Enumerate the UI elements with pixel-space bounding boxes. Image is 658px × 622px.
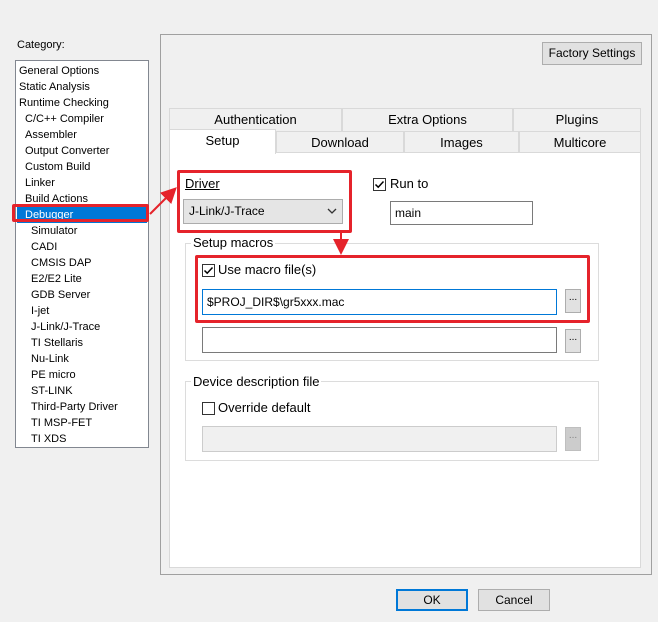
tab-plugins[interactable]: Plugins xyxy=(513,108,641,131)
category-item[interactable]: Linker xyxy=(17,175,147,191)
category-item[interactable]: Assembler xyxy=(17,127,147,143)
tab-multicore[interactable]: Multicore xyxy=(519,131,641,154)
device-description-label: Device description file xyxy=(191,374,322,389)
category-item[interactable]: Build Actions xyxy=(17,191,147,207)
macro-file-input-2[interactable] xyxy=(202,327,557,353)
macro-file-input-1[interactable]: $PROJ_DIR$\gr5xxx.mac xyxy=(202,289,557,315)
run-to-checkbox[interactable] xyxy=(373,178,386,191)
category-list[interactable]: General Options Static Analysis Runtime Ch… xyxy=(15,60,149,448)
chevron-down-icon xyxy=(327,200,337,229)
cancel-button[interactable]: Cancel xyxy=(478,589,550,611)
override-default-checkbox[interactable] xyxy=(202,402,215,415)
device-file-input xyxy=(202,426,557,452)
tab-setup[interactable]: Setup xyxy=(169,129,276,154)
tab-authentication[interactable]: Authentication xyxy=(169,108,342,131)
checkmark-icon xyxy=(374,180,385,189)
category-item[interactable]: ST-LINK xyxy=(17,383,147,399)
category-item[interactable]: E2/E2 Lite xyxy=(17,271,147,287)
use-macro-checkbox[interactable] xyxy=(202,264,215,277)
category-item[interactable]: GDB Server xyxy=(17,287,147,303)
category-item[interactable]: Debugger xyxy=(17,207,147,223)
override-default-label: Override default xyxy=(218,400,311,415)
category-item[interactable]: TI XDS xyxy=(17,431,147,447)
device-browse-button: ... xyxy=(565,427,581,451)
macro-browse-button-2[interactable]: ... xyxy=(565,329,581,353)
category-item[interactable]: TI Stellaris xyxy=(17,335,147,351)
category-item[interactable]: CMSIS DAP xyxy=(17,255,147,271)
macro-browse-button-1[interactable]: ... xyxy=(565,289,581,313)
tab-extra-options[interactable]: Extra Options xyxy=(342,108,513,131)
category-item[interactable]: Static Analysis xyxy=(17,79,147,95)
ok-button[interactable]: OK xyxy=(396,589,468,611)
category-item[interactable]: TI MSP-FET xyxy=(17,415,147,431)
category-item[interactable]: Nu-Link xyxy=(17,351,147,367)
category-item[interactable]: Third-Party Driver xyxy=(17,399,147,415)
category-item[interactable]: General Options xyxy=(17,63,147,79)
tab-download[interactable]: Download xyxy=(276,131,404,154)
category-item[interactable]: C/C++ Compiler xyxy=(17,111,147,127)
category-item[interactable]: Runtime Checking xyxy=(17,95,147,111)
driver-mnemonic: Driver xyxy=(185,176,220,191)
category-item[interactable]: Simulator xyxy=(17,223,147,239)
category-label: Category: xyxy=(17,39,65,51)
driver-select-value: J-Link/J-Trace xyxy=(189,204,265,218)
checkmark-icon xyxy=(203,266,214,275)
category-item[interactable]: I-jet xyxy=(17,303,147,319)
category-item[interactable]: PE micro xyxy=(17,367,147,383)
tab-images[interactable]: Images xyxy=(404,131,519,154)
category-item[interactable]: CADI xyxy=(17,239,147,255)
use-macro-label: Use macro file(s) xyxy=(218,262,317,277)
factory-settings-button[interactable]: Factory Settings xyxy=(542,42,642,65)
run-to-input[interactable]: main xyxy=(390,201,533,225)
category-item[interactable]: J-Link/J-Trace xyxy=(17,319,147,335)
category-item[interactable]: Custom Build xyxy=(17,159,147,175)
driver-label: Driver xyxy=(185,176,220,191)
setup-macros-label: Setup macros xyxy=(191,235,276,250)
run-to-label: Run to xyxy=(390,176,429,191)
driver-select[interactable]: J-Link/J-Trace xyxy=(183,199,343,224)
category-item[interactable]: Output Converter xyxy=(17,143,147,159)
